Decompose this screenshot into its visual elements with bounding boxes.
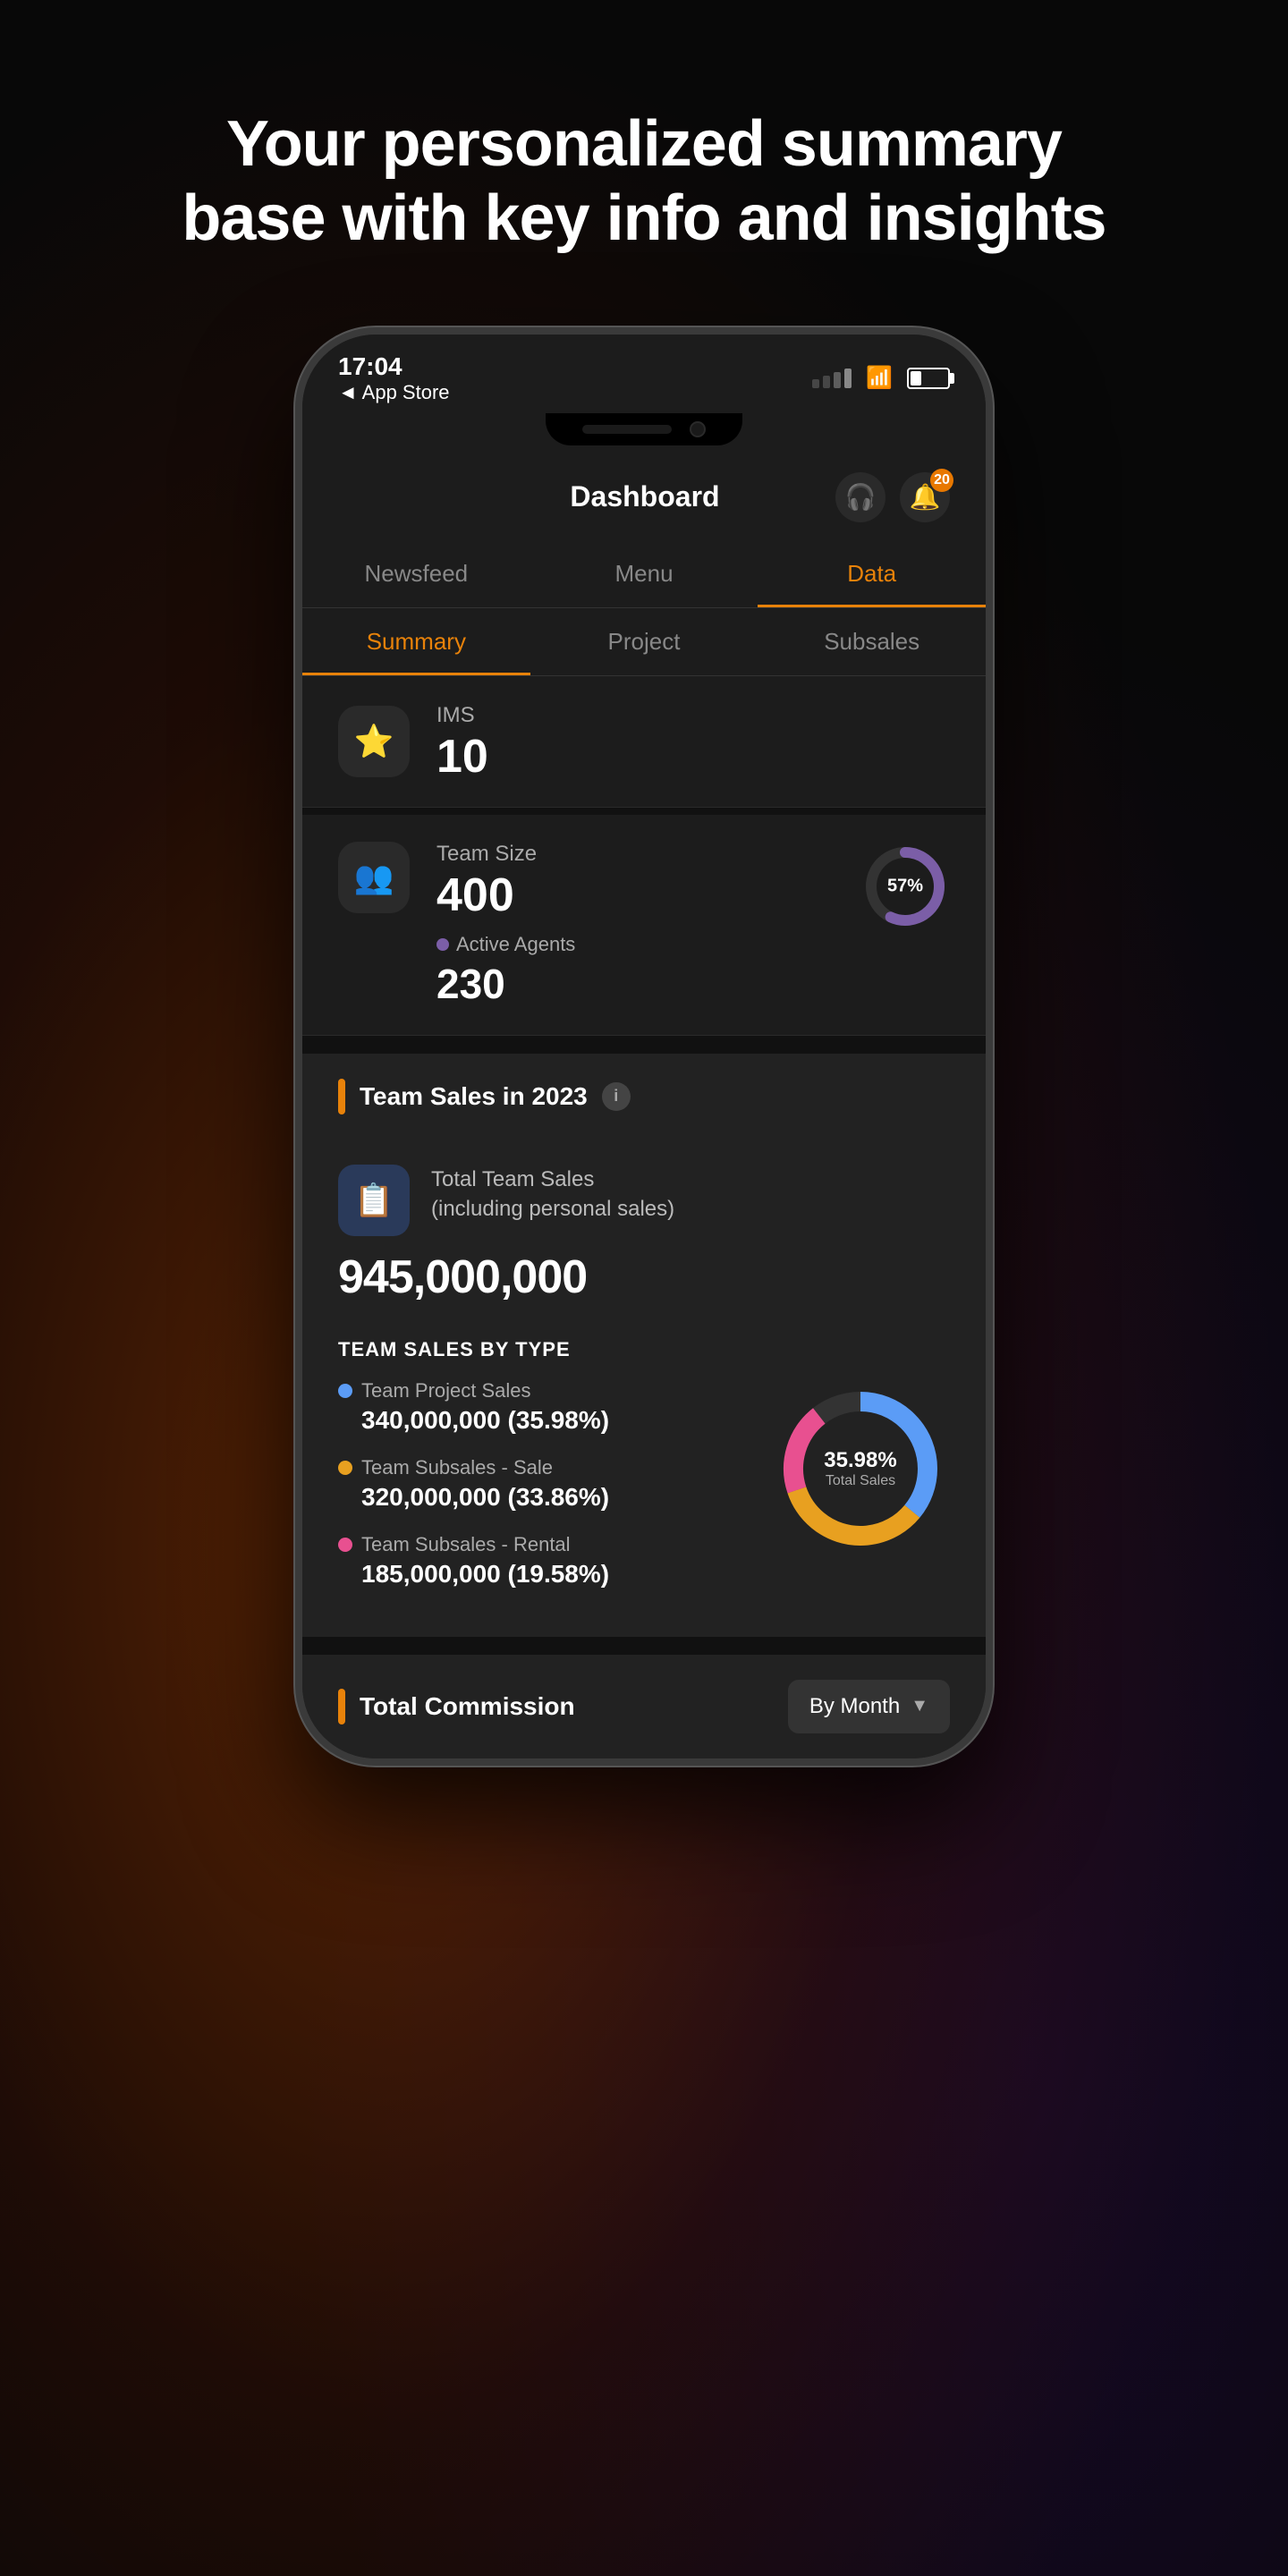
info-icon[interactable]: i xyxy=(602,1082,631,1111)
donut-sublabel: Total Sales xyxy=(824,1473,896,1489)
tab-subsales[interactable]: Subsales xyxy=(758,608,986,675)
team-size-metric: 👥 Team Size 400 Active Agents 230 xyxy=(302,815,986,1036)
ims-metric: ⭐ IMS 10 xyxy=(302,676,986,808)
sub-tabs: Summary Project Subsales xyxy=(302,608,986,676)
sales-doc-icon: 📋 xyxy=(338,1165,410,1236)
chevron-down-icon: ▼ xyxy=(911,1696,928,1716)
team-size-value: 400 xyxy=(436,872,834,919)
team-sales-header: Team Sales in 2023 i xyxy=(302,1050,986,1140)
tab-summary[interactable]: Summary xyxy=(302,608,530,675)
type-label-project: Team Project Sales xyxy=(361,1379,531,1402)
type-label-sale: Team Subsales - Sale xyxy=(361,1456,553,1479)
section-bar-icon xyxy=(338,1079,345,1114)
type-item-rental: Team Subsales - Rental 185,000,000 (19.5… xyxy=(338,1533,771,1589)
team-size-label: Team Size xyxy=(436,842,834,867)
group-icon: 👥 xyxy=(354,859,394,896)
notch-area xyxy=(302,413,986,454)
tab-data[interactable]: Data xyxy=(758,540,986,607)
wifi-icon: 📶 xyxy=(866,365,893,391)
type-dot-sale xyxy=(338,1461,352,1475)
tab-menu[interactable]: Menu xyxy=(530,540,758,607)
nav-header: Dashboard 🎧 🔔 20 xyxy=(302,454,986,540)
type-item-project: Team Project Sales 340,000,000 (35.98%) xyxy=(338,1379,771,1435)
type-item-sale: Team Subsales - Sale 320,000,000 (33.86%… xyxy=(338,1456,771,1512)
by-month-label: By Month xyxy=(809,1694,900,1719)
sales-icon-row: 📋 Total Team Sales(including personal sa… xyxy=(338,1165,950,1236)
document-icon: 📋 xyxy=(354,1182,394,1219)
battery-icon xyxy=(907,368,950,389)
commission-title: Total Commission xyxy=(360,1692,575,1721)
notification-badge: 20 xyxy=(930,469,953,492)
ims-info: IMS 10 xyxy=(436,703,950,780)
notch xyxy=(546,413,742,445)
team-sales-title: Team Sales in 2023 xyxy=(360,1082,588,1111)
sales-donut-chart: 35.98% Total Sales xyxy=(771,1379,950,1558)
hero-heading: Your personalized summary base with key … xyxy=(0,0,1288,327)
nav-title: Dashboard xyxy=(454,480,835,513)
type-value-rental: 185,000,000 (19.58%) xyxy=(361,1560,771,1589)
by-month-button[interactable]: By Month ▼ xyxy=(788,1680,950,1733)
total-sales-label: Total Team Sales(including personal sale… xyxy=(431,1165,674,1224)
back-button[interactable]: ◄ App Store xyxy=(338,381,450,404)
sales-type-header: TEAM SALES BY TYPE xyxy=(338,1329,950,1361)
commission-bar-icon xyxy=(338,1689,345,1724)
active-agents-value: 230 xyxy=(436,960,834,1008)
total-sales-card: 📋 Total Team Sales(including personal sa… xyxy=(302,1140,986,1329)
total-commission-section: Total Commission By Month ▼ xyxy=(302,1651,986,1758)
nav-actions: 🎧 🔔 20 xyxy=(835,472,950,522)
type-dot-project xyxy=(338,1384,352,1398)
phone-mockup: 17:04 ◄ App Store 📶 xyxy=(295,327,993,1766)
signal-icon xyxy=(812,369,852,388)
type-value-project: 340,000,000 (35.98%) xyxy=(361,1406,771,1435)
ims-icon: ⭐ xyxy=(338,706,410,777)
main-tabs: Newsfeed Menu Data xyxy=(302,540,986,608)
total-sales-info: Total Team Sales(including personal sale… xyxy=(431,1165,674,1224)
notifications-button[interactable]: 🔔 20 xyxy=(900,472,950,522)
ims-value: 10 xyxy=(436,733,950,780)
ims-label: IMS xyxy=(436,703,950,728)
type-list: Team Project Sales 340,000,000 (35.98%) … xyxy=(338,1379,771,1610)
star-icon: ⭐ xyxy=(354,723,394,760)
active-percent-label: 57% xyxy=(887,876,923,896)
type-label-rental: Team Subsales - Rental xyxy=(361,1533,571,1556)
tab-newsfeed[interactable]: Newsfeed xyxy=(302,540,530,607)
team-icon: 👥 xyxy=(338,842,410,913)
commission-left: Total Commission xyxy=(338,1689,575,1724)
sales-by-type: TEAM SALES BY TYPE Team Project Sales 34… xyxy=(302,1329,986,1637)
type-row-wrapper: Team Project Sales 340,000,000 (35.98%) … xyxy=(338,1379,950,1610)
donut-percent: 35.98% xyxy=(824,1448,896,1473)
support-button[interactable]: 🎧 xyxy=(835,472,886,522)
active-percent-donut: 57% xyxy=(860,842,950,931)
total-sales-value: 945,000,000 xyxy=(338,1250,950,1304)
status-bar: 17:04 ◄ App Store 📶 xyxy=(302,335,986,413)
active-agents-label: Active Agents xyxy=(436,933,834,956)
type-dot-rental xyxy=(338,1538,352,1552)
type-value-sale: 320,000,000 (33.86%) xyxy=(361,1483,771,1512)
active-agents-section: Active Agents 230 xyxy=(436,933,834,1008)
status-icons: 📶 xyxy=(812,365,950,391)
headset-icon: 🎧 xyxy=(845,482,877,512)
status-time: 17:04 xyxy=(338,352,450,381)
purple-dot xyxy=(436,938,449,951)
donut-center-label: 35.98% Total Sales xyxy=(824,1448,896,1489)
team-info: Team Size 400 Active Agents 230 xyxy=(436,842,834,1008)
tab-project[interactable]: Project xyxy=(530,608,758,675)
